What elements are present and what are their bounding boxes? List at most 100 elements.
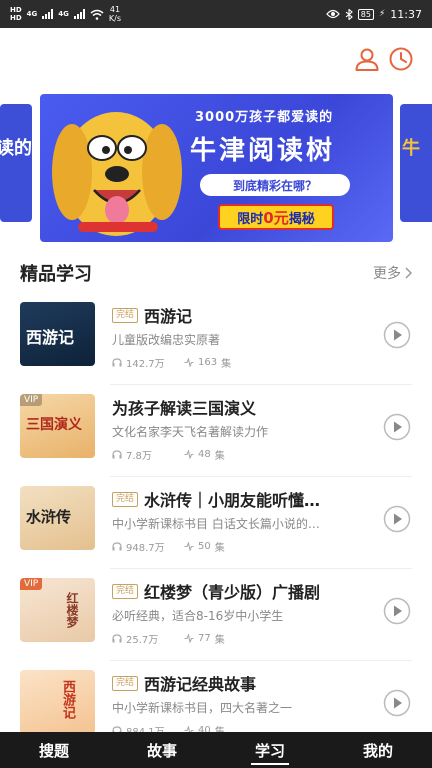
banner-subtitle: 3000万孩子都爱读的 bbox=[195, 110, 334, 125]
4g-tag-2: 4G bbox=[58, 10, 69, 18]
status-right: 85 ⚡ 11:37 bbox=[325, 7, 422, 21]
dog-illustration bbox=[52, 112, 182, 236]
play-count: 25.7万 bbox=[126, 635, 159, 646]
plays-group: 7.8万 bbox=[112, 447, 184, 462]
speed-unit: K/s bbox=[108, 14, 122, 23]
play-icon[interactable] bbox=[383, 413, 411, 441]
wifi-icon bbox=[90, 9, 104, 20]
episode-unit: 集 bbox=[221, 359, 232, 370]
item-title: 西游记 bbox=[144, 307, 193, 326]
cta-highlight: 0元 bbox=[263, 208, 289, 227]
4g-tag-1: 4G bbox=[26, 10, 38, 18]
episodes-group: 163 集 bbox=[184, 355, 264, 370]
tab-learning[interactable]: 学习 bbox=[247, 736, 293, 765]
item-description: 文化名家李天飞名著解读力作 bbox=[112, 425, 269, 439]
speed-value: 41 bbox=[109, 5, 121, 14]
item-description: 中小学新课标书目，四大名著之一 bbox=[112, 701, 293, 715]
item-title: 水浒传｜小朋友能听懂… bbox=[144, 491, 321, 510]
section-header: 精品学习 更多 bbox=[20, 258, 412, 288]
item-title: 为孩子解读三国演义 bbox=[112, 399, 257, 418]
item-thumbnail: VIP 三国演义 bbox=[20, 394, 95, 458]
bluetooth-icon bbox=[345, 8, 353, 20]
battery-icon: 85 bbox=[357, 8, 374, 20]
banner-peek-left[interactable]: 读的 bbox=[0, 104, 32, 222]
status-badge: 完结 bbox=[112, 675, 139, 691]
item-thumbnail: 西游记 bbox=[20, 670, 95, 734]
play-count: 142.7万 bbox=[126, 359, 165, 370]
banner-peek-left-text: 读的 bbox=[0, 138, 32, 159]
play-icon[interactable] bbox=[383, 505, 411, 533]
status-badge: 完结 bbox=[112, 307, 139, 323]
tab-mine[interactable]: 我的 bbox=[355, 736, 401, 765]
status-bar: HD HD 4G 4G 41 K/s 85 ⚡ 11:37 bbox=[0, 0, 432, 28]
hd-tag-2: HD bbox=[10, 14, 22, 22]
item-meta: 25.7万 77 集 bbox=[112, 631, 264, 646]
more-label: 更多 bbox=[373, 266, 401, 282]
plays-group: 142.7万 bbox=[112, 355, 184, 370]
item-title: 西游记经典故事 bbox=[144, 675, 257, 694]
episodes-group: 50 集 bbox=[184, 539, 264, 554]
play-icon[interactable] bbox=[383, 321, 411, 349]
cta-prefix: 限时 bbox=[237, 211, 264, 227]
play-icon[interactable] bbox=[383, 689, 411, 717]
thumbnail-text: 水浒传 bbox=[26, 508, 72, 526]
headphones-icon bbox=[112, 542, 122, 551]
banner-title: 牛津阅读树 bbox=[190, 136, 336, 166]
more-link[interactable]: 更多 bbox=[373, 263, 412, 283]
signal-icon bbox=[42, 9, 54, 19]
status-badge: 完结 bbox=[112, 583, 139, 599]
signal-icon-2 bbox=[73, 9, 85, 19]
vip-tag: VIP bbox=[20, 394, 43, 406]
network-speed: 41 K/s bbox=[109, 5, 121, 23]
item-title-row: 完结 西游记经典故事 bbox=[112, 671, 402, 695]
item-meta: 142.7万 163 集 bbox=[112, 355, 264, 370]
banner-cta-button[interactable]: 限时 0元 揭秘 bbox=[218, 204, 334, 230]
episode-count: 163 bbox=[198, 357, 218, 368]
item-description: 中小学新课标书目 白话文长篇小说的… bbox=[112, 517, 320, 531]
list-item[interactable]: VIP 三国演义 为孩子解读三国演义 文化名家李天飞名著解读力作 7.8万 48… bbox=[0, 385, 432, 477]
play-icon[interactable] bbox=[383, 597, 411, 625]
item-title-row: 完结 西游记 bbox=[112, 303, 402, 327]
plays-group: 948.7万 bbox=[112, 539, 184, 554]
thumbnail-text: 西游记 bbox=[26, 328, 75, 347]
item-title-row: 为孩子解读三国演义 bbox=[112, 395, 402, 419]
item-title-row: 完结 水浒传｜小朋友能听懂… bbox=[112, 487, 402, 511]
banner-carousel[interactable]: 读的 3000万孩子都爱读的 牛津阅读树 到底精彩在哪？ 限时 0元 揭秘 牛 bbox=[0, 90, 432, 250]
thumbnail-text: 红楼梦 bbox=[65, 592, 79, 628]
clock-time: 11:37 bbox=[390, 7, 422, 21]
vip-tag: VIP bbox=[20, 578, 43, 590]
item-thumbnail: VIP 红楼梦 bbox=[20, 578, 95, 642]
banner-pill: 到底精彩在哪？ bbox=[200, 174, 350, 196]
list-item[interactable]: 水浒传 完结 水浒传｜小朋友能听懂… 中小学新课标书目 白话文长篇小说的… 94… bbox=[0, 477, 432, 569]
item-description: 儿童版改编忠实原著 bbox=[112, 333, 221, 347]
episodes-icon bbox=[184, 450, 194, 459]
clock-icon[interactable] bbox=[388, 46, 414, 72]
hd-tag-1: HD bbox=[10, 6, 22, 14]
episodes-group: 48 集 bbox=[184, 447, 264, 462]
episode-unit: 集 bbox=[214, 451, 225, 462]
episode-count: 48 bbox=[198, 449, 211, 460]
episodes-icon bbox=[184, 358, 194, 367]
episode-unit: 集 bbox=[214, 543, 225, 554]
top-bar bbox=[0, 28, 432, 90]
item-title-row: 完结 红楼梦（青少版）广播剧 bbox=[112, 579, 402, 603]
episode-count: 77 bbox=[198, 633, 211, 644]
status-left: HD HD 4G 4G 41 K/s bbox=[10, 5, 121, 23]
user-icon[interactable] bbox=[354, 46, 380, 72]
headphones-icon bbox=[112, 450, 122, 459]
item-thumbnail: 西游记 bbox=[20, 302, 95, 366]
item-description: 必听经典，适合8-16岁中小学生 bbox=[112, 609, 284, 623]
item-title: 红楼梦（青少版）广播剧 bbox=[144, 583, 321, 602]
play-count: 7.8万 bbox=[126, 451, 152, 462]
episode-unit: 集 bbox=[214, 635, 225, 646]
banner-slide[interactable]: 3000万孩子都爱读的 牛津阅读树 到底精彩在哪？ 限时 0元 揭秘 bbox=[40, 94, 393, 242]
tab-stories[interactable]: 故事 bbox=[139, 736, 185, 765]
status-badge: 完结 bbox=[112, 491, 139, 507]
list-item[interactable]: 西游记 完结 西游记 儿童版改编忠实原著 142.7万 163 集 bbox=[0, 293, 432, 385]
eye-icon bbox=[325, 9, 340, 19]
banner-peek-right[interactable]: 牛 bbox=[400, 104, 432, 222]
tab-search-questions[interactable]: 搜题 bbox=[31, 736, 77, 765]
network-tags: HD HD bbox=[10, 6, 22, 22]
banner-peek-right-text: 牛 bbox=[402, 138, 420, 159]
list-item[interactable]: VIP 红楼梦 完结 红楼梦（青少版）广播剧 必听经典，适合8-16岁中小学生 … bbox=[0, 569, 432, 661]
